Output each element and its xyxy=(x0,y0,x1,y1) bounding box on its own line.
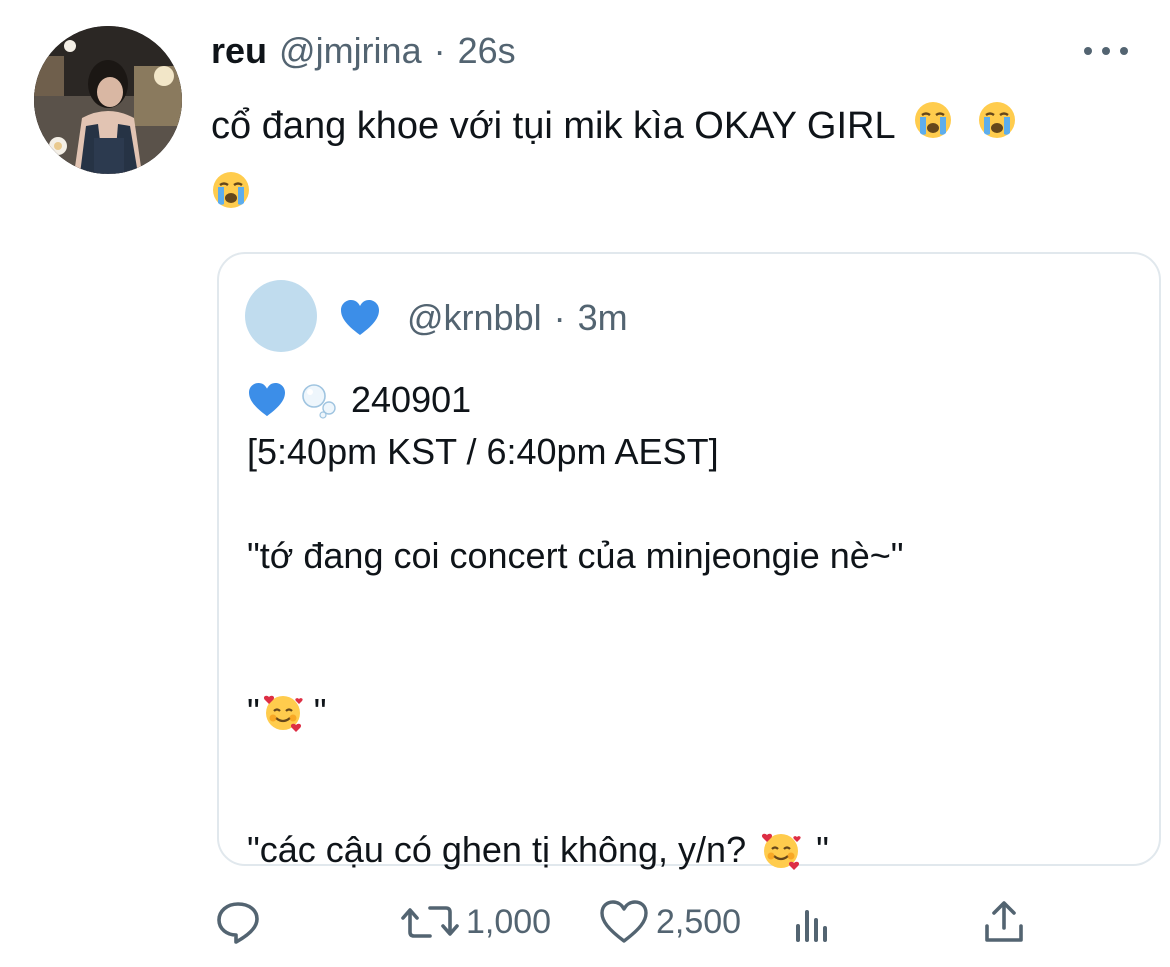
heart-icon xyxy=(598,898,650,946)
share-icon xyxy=(982,898,1026,946)
quote-close-mark: " xyxy=(816,829,829,870)
loudly-crying-face-icon xyxy=(211,164,251,232)
quoted-date-text: 240901 xyxy=(351,379,472,420)
tweet-text-content: cổ đang khoe với tụi mik kìa OKAY GIRL xyxy=(211,105,895,147)
tweet-timestamp[interactable]: 26s xyxy=(458,30,516,72)
quoted-time-text: [5:40pm KST / 6:40pm AEST] xyxy=(247,431,719,472)
quoted-line-date: 240901 xyxy=(247,374,1127,426)
quoted-header-separator: · xyxy=(553,297,566,338)
quoted-tweet-card[interactable]: @krnbbl · 3m 240901 [5:40pm KST / 6:40pm… xyxy=(217,252,1161,870)
quoted-display-name-blue-heart-icon[interactable] xyxy=(339,299,381,337)
reply-icon xyxy=(214,898,262,946)
quoted-concert-text: "tớ đang coi concert của minjeongie nè~" xyxy=(247,535,904,576)
user-handle[interactable]: @jmjrina xyxy=(279,30,422,72)
quoted-timestamp[interactable]: 3m xyxy=(578,297,628,339)
quoted-question-text: "các cậu có ghen tị không, y/n? xyxy=(247,829,747,870)
retweet-icon xyxy=(400,898,460,946)
quote-close-mark: " xyxy=(313,691,327,732)
smiling-face-with-hearts-icon xyxy=(760,829,802,871)
display-name[interactable]: reu xyxy=(211,30,267,72)
reply-button[interactable] xyxy=(214,890,268,954)
avatar-photo xyxy=(34,26,182,174)
tweet-action-bar: 1,000 2,500 xyxy=(0,890,1170,954)
header-separator: · xyxy=(433,30,446,71)
like-count: 2,500 xyxy=(656,902,742,941)
quoted-line-question: "các cậu có ghen tị không, y/n? " xyxy=(247,824,1127,876)
user-avatar[interactable] xyxy=(34,26,182,174)
tweet-header: reu @jmjrina · 26s xyxy=(211,26,516,76)
dot-icon xyxy=(1084,47,1092,55)
retweet-count: 1,000 xyxy=(466,902,552,941)
dot-icon xyxy=(1102,47,1110,55)
quoted-handle[interactable]: @krnbbl xyxy=(407,297,542,339)
more-options-button[interactable] xyxy=(1084,38,1128,64)
analytics-icon xyxy=(790,898,834,946)
quote-open-mark: " xyxy=(247,691,260,732)
like-button[interactable]: 2,500 xyxy=(598,890,741,954)
analytics-button[interactable] xyxy=(790,890,834,954)
quoted-user-avatar[interactable] xyxy=(245,280,317,352)
bubbles-icon xyxy=(299,380,339,420)
retweet-button[interactable]: 1,000 xyxy=(400,890,551,954)
tweet-text: cổ đang khoe với tụi mik kìa OKAY GIRL xyxy=(211,92,1121,232)
loudly-crying-face-icon xyxy=(913,94,953,162)
quoted-line-time: [5:40pm KST / 6:40pm AEST] xyxy=(247,426,1127,478)
smiling-face-with-hearts-icon xyxy=(262,691,304,733)
loudly-crying-face-icon xyxy=(977,94,1017,162)
blue-heart-icon xyxy=(247,382,287,418)
share-button[interactable] xyxy=(982,890,1026,954)
quoted-line-concert: "tớ đang coi concert của minjeongie nè~" xyxy=(247,530,1127,582)
dot-icon xyxy=(1120,47,1128,55)
quoted-line-emoji: " " xyxy=(247,686,1127,738)
quoted-tweet-header: @krnbbl · 3m xyxy=(339,290,628,346)
quoted-tweet-body: 240901 [5:40pm KST / 6:40pm AEST] "tớ đa… xyxy=(247,374,1127,876)
